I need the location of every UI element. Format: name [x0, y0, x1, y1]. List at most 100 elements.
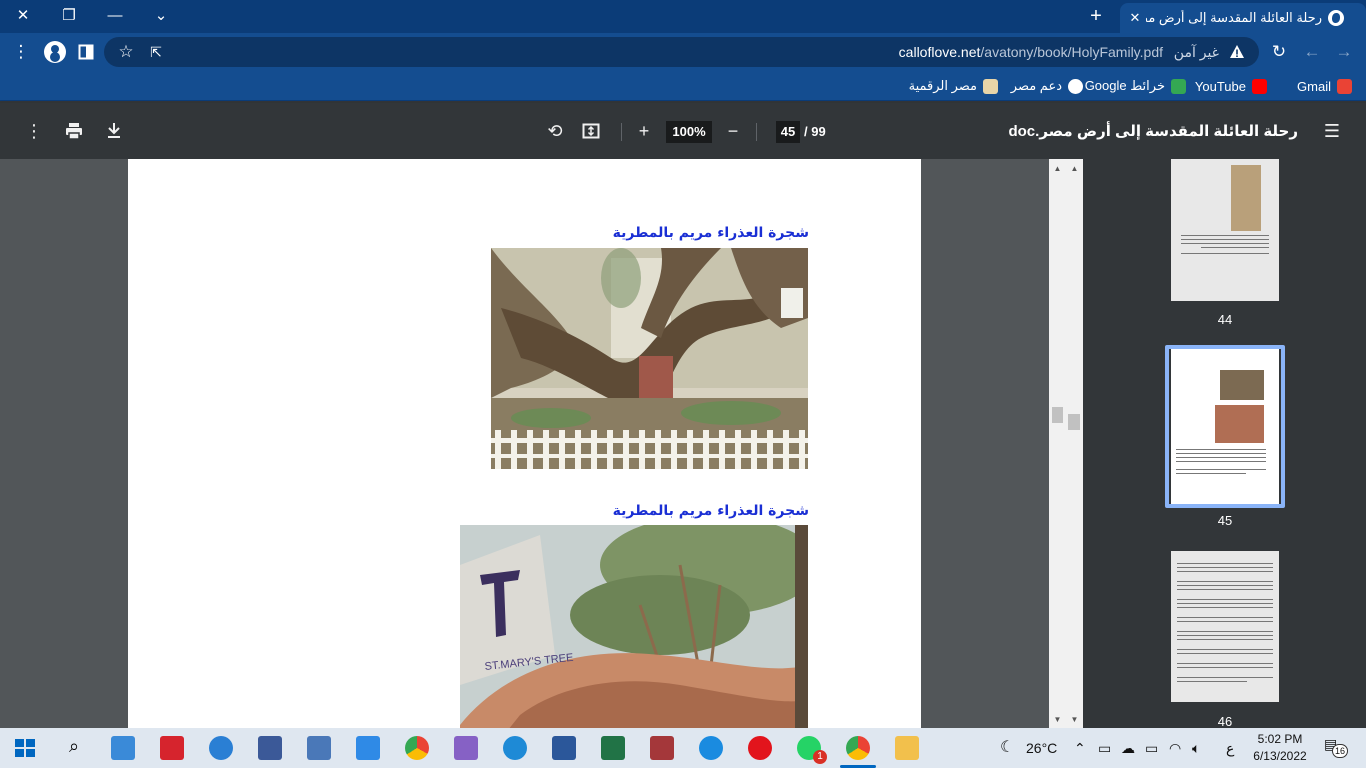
- visual-studio-icon[interactable]: [454, 736, 478, 760]
- access-icon[interactable]: [650, 736, 674, 760]
- thumbnail-page-46[interactable]: [1171, 551, 1279, 702]
- acrobat-icon[interactable]: [160, 736, 184, 760]
- pdf-viewer[interactable]: شجرة العذراء مريم بالمطرية شجرة العذراء …: [0, 159, 1083, 728]
- show-hidden-icons[interactable]: ⌃: [1074, 740, 1086, 757]
- download-icon[interactable]: [102, 119, 126, 143]
- facebook-icon[interactable]: [258, 736, 282, 760]
- fit-page-icon[interactable]: [579, 119, 603, 143]
- volume-icon[interactable]: 🔈︎: [1192, 740, 1200, 757]
- tab-strip: ✕ ❐ — ⌄ + رحلة العائلة المقدسة إلى أرض م…: [0, 0, 1366, 33]
- word-icon[interactable]: [552, 736, 576, 760]
- calculator-icon[interactable]: [307, 736, 331, 760]
- tab-search-icon[interactable]: ⌄: [138, 0, 184, 30]
- omnibox[interactable]: ☆ ⇱ calloflove.net/avatony/book/HolyFami…: [104, 37, 1259, 67]
- page-count: / 99: [804, 124, 826, 139]
- forward-arrow-icon[interactable]: →: [1332, 40, 1356, 64]
- notification-count: 16: [1332, 744, 1348, 758]
- whatsapp-icon[interactable]: 1: [797, 736, 827, 764]
- bookmark-star-icon[interactable]: ☆: [114, 40, 138, 64]
- battery-icon[interactable]: ▭: [1145, 740, 1158, 757]
- thumbnail-page-45[interactable]: [1171, 349, 1279, 504]
- weather-moon-icon[interactable]: ☾: [1000, 737, 1014, 757]
- opera-icon[interactable]: [748, 736, 772, 760]
- bookmark-gmail[interactable]: Gmail: [1297, 77, 1352, 95]
- wifi-icon[interactable]: ◠: [1169, 740, 1181, 757]
- close-window-icon[interactable]: ✕: [0, 0, 46, 30]
- hamburger-menu-icon[interactable]: ☰: [1320, 119, 1344, 143]
- windows-taskbar: ⌕ 1 ☾ 26°C ⌃ ▭ ☁ ▭ ◠ 🔈︎ ع 5:02 PM 6/13/2…: [0, 728, 1366, 768]
- warning-icon[interactable]: [1229, 44, 1245, 60]
- notification-center-icon[interactable]: ▤ 16: [1324, 736, 1348, 758]
- thumbnail-label-44: 44: [1217, 312, 1233, 327]
- url-text[interactable]: calloflove.net/avatony/book/HolyFamily.p…: [899, 44, 1163, 60]
- document-scrollbar[interactable]: ▲ ▲ ▼ ▼: [1049, 159, 1083, 728]
- file-explorer-icon[interactable]: [895, 736, 919, 760]
- chrome-active-icon[interactable]: [840, 736, 876, 768]
- globe-icon: [1068, 78, 1083, 94]
- scroll-down-arrow-icon[interactable]: ▼ ▼: [1049, 712, 1083, 726]
- pdf-toolbar: ⋮ ⟲ + 100% − 45 / 99 رحلة العائلة المقدس…: [0, 103, 1366, 159]
- bookmark-digital-egypt[interactable]: مصر الرقمية: [909, 77, 998, 95]
- rotate-icon[interactable]: ⟲: [543, 119, 567, 143]
- more-options-icon[interactable]: ⋮: [22, 119, 46, 143]
- tab-title: رحلة العائلة المقدسة إلى أرض مصر: [1146, 10, 1322, 25]
- calendar-icon[interactable]: [356, 736, 380, 760]
- browser-toolbar: ⋮ ☆ ⇱ calloflove.net/avatony/book/HolyFa…: [0, 33, 1366, 71]
- globe-icon: [1328, 10, 1344, 26]
- page-number-input[interactable]: 45: [776, 121, 800, 143]
- start-windows-icon[interactable]: [13, 736, 37, 760]
- scroll-up-arrow-icon[interactable]: ▲ ▲: [1049, 161, 1083, 175]
- print-icon[interactable]: [62, 119, 86, 143]
- input-language[interactable]: ع: [1226, 740, 1234, 757]
- time: 5:02 PM: [1257, 732, 1303, 746]
- maps-icon: [1171, 78, 1186, 94]
- edge-icon[interactable]: [503, 736, 527, 760]
- whatsapp-badge: 1: [813, 750, 827, 764]
- image-caption-1: شجرة العذراء مريم بالمطرية: [612, 225, 809, 241]
- chrome-icon[interactable]: [405, 736, 429, 760]
- tree-photo-2: ST.MARY'S TREE: [460, 525, 808, 728]
- divider: [621, 123, 622, 141]
- meet-now-icon[interactable]: ▭: [1098, 740, 1111, 757]
- menu-kebab-icon[interactable]: ⋮: [9, 40, 33, 64]
- thumbnail-page-44[interactable]: [1171, 159, 1279, 301]
- digital-egypt-icon: [983, 78, 998, 94]
- minimize-window-icon[interactable]: —: [92, 0, 138, 30]
- thumbnail-sidebar: 44 45 46: [1083, 159, 1366, 728]
- magnifier-app-icon[interactable]: [209, 736, 233, 760]
- profile-avatar[interactable]: [44, 41, 66, 63]
- bookmark-google-maps[interactable]: خرائط Google: [1085, 77, 1186, 95]
- active-tab[interactable]: رحلة العائلة المقدسة إلى أرض مصر ✕: [1120, 3, 1366, 33]
- image-caption-2: شجرة العذراء مريم بالمطرية: [612, 503, 809, 519]
- bookmark-support-egypt[interactable]: دعم مصر: [1011, 77, 1083, 95]
- back-arrow-icon[interactable]: ←: [1300, 40, 1324, 64]
- youtube-icon: [1252, 78, 1267, 94]
- new-tab-button[interactable]: +: [1084, 4, 1108, 28]
- clock[interactable]: 5:02 PM 6/13/2022: [1250, 731, 1310, 765]
- not-secure-label[interactable]: غير آمن: [1174, 44, 1219, 61]
- bookmark-youtube[interactable]: YouTube: [1195, 77, 1267, 95]
- sidebar-scroll-thumb[interactable]: [1068, 414, 1080, 430]
- side-panel-icon[interactable]: [74, 40, 98, 64]
- divider: [756, 123, 757, 141]
- document-title: رحلة العائلة المقدسة إلى أرض مصر.doc: [1008, 123, 1298, 140]
- reload-icon[interactable]: ↻: [1267, 40, 1291, 64]
- tree-photo-1: [491, 248, 808, 469]
- onedrive-cloud-icon[interactable]: ☁: [1121, 740, 1135, 757]
- share-icon[interactable]: ⇱: [144, 40, 168, 64]
- search-icon[interactable]: ⌕: [62, 736, 86, 760]
- date: 6/13/2022: [1253, 749, 1307, 763]
- zoom-input[interactable]: 100%: [666, 121, 712, 143]
- news-widget-icon[interactable]: [111, 736, 135, 760]
- bookmarks-bar: Gmail YouTube خرائط Google دعم مصر مصر ا…: [0, 71, 1366, 101]
- restore-window-icon[interactable]: ❐: [46, 0, 92, 30]
- zoom-out-icon[interactable]: −: [721, 119, 745, 143]
- sync-app-icon[interactable]: [699, 736, 723, 760]
- zoom-in-icon[interactable]: +: [632, 119, 656, 143]
- close-tab-button[interactable]: ✕: [1126, 9, 1144, 27]
- thumbnail-label-45: 45: [1217, 513, 1233, 528]
- thumbnail-label-46: 46: [1217, 714, 1233, 728]
- excel-icon[interactable]: [601, 736, 625, 760]
- scroll-thumb[interactable]: [1052, 407, 1063, 423]
- temperature[interactable]: 26°C: [1026, 740, 1057, 756]
